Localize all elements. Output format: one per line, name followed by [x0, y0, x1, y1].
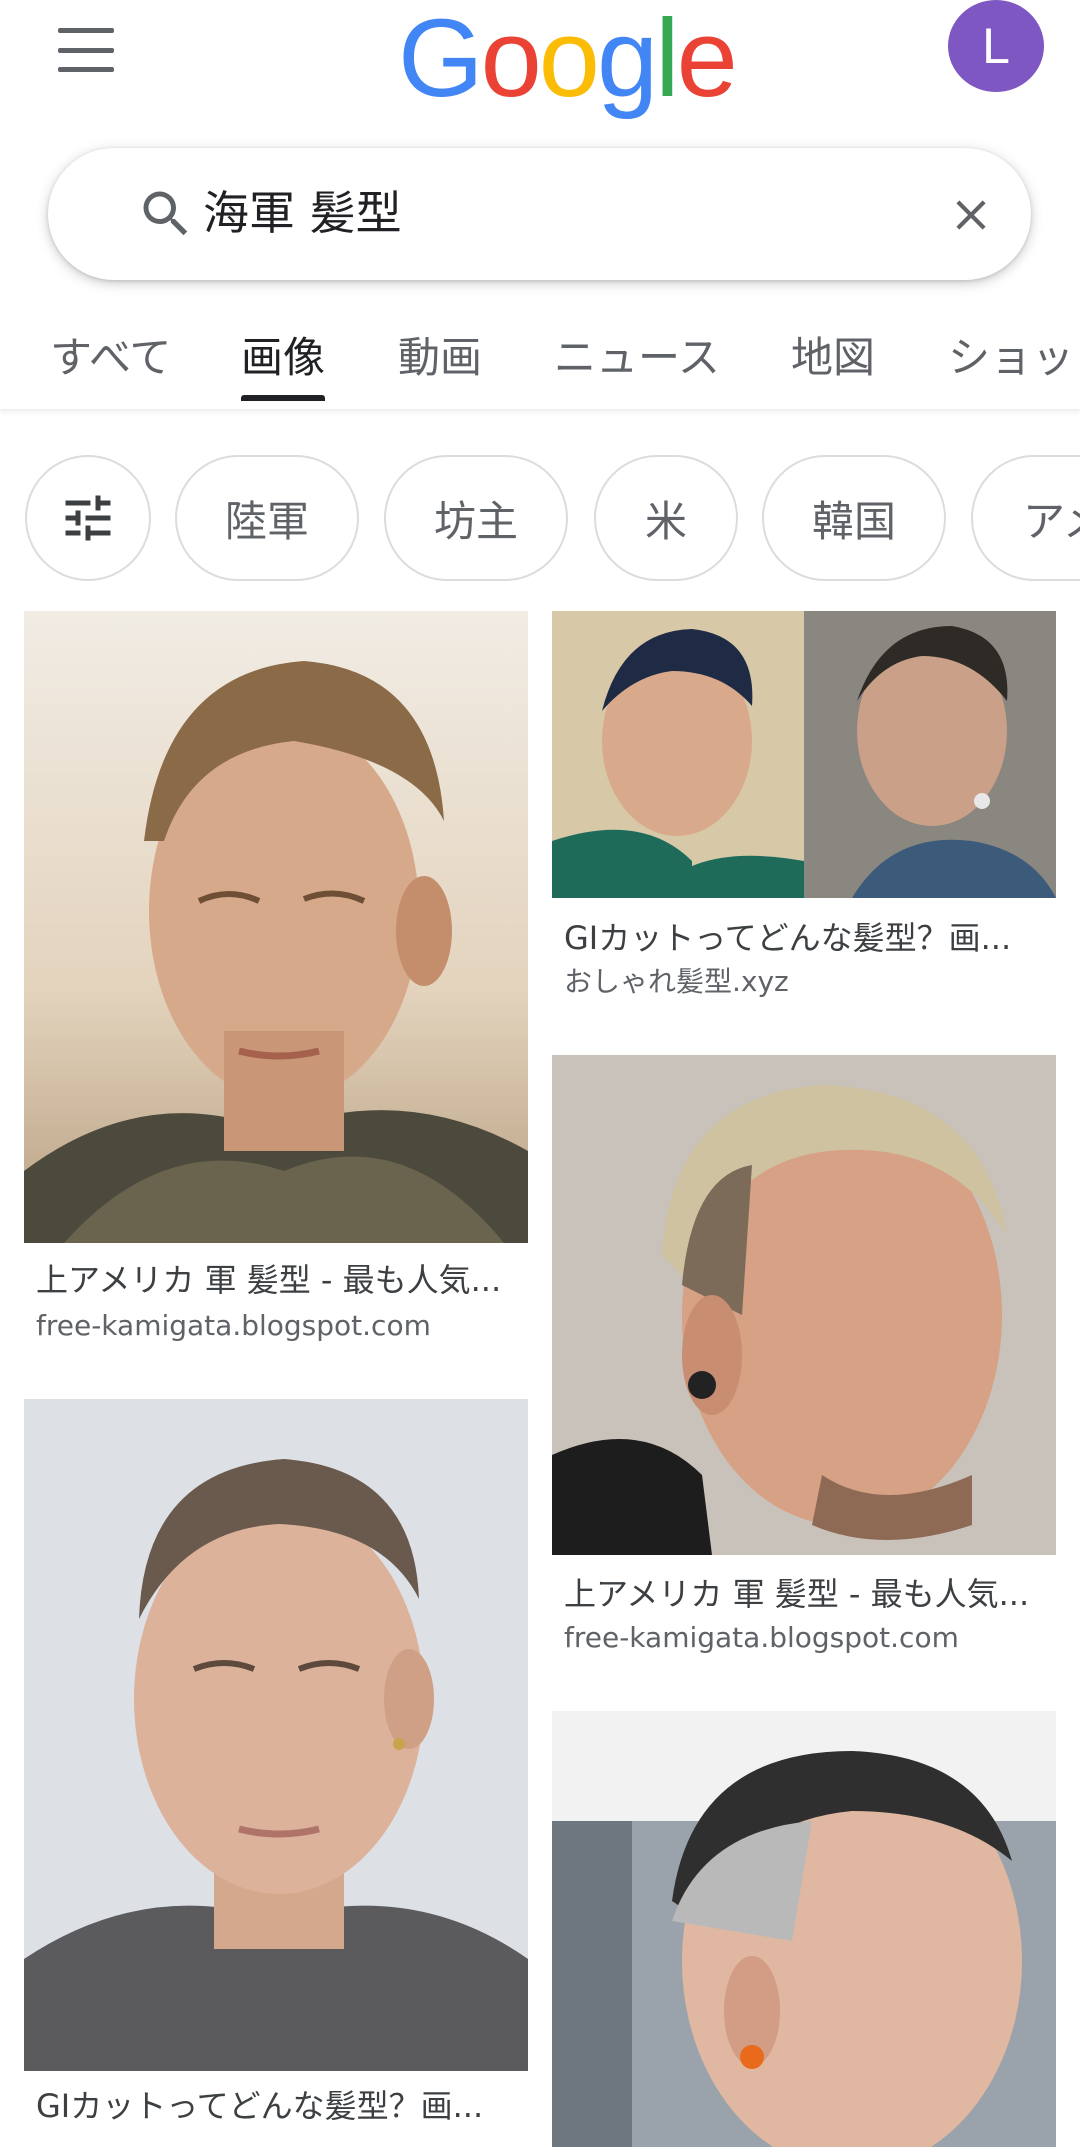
tab-maps[interactable]: 地図 — [791, 328, 875, 388]
search-box[interactable]: 海軍 髪型 — [48, 148, 1031, 280]
search-tabs: すべて 画像 動画 ニュース 地図 ショッ — [0, 300, 1080, 410]
tab-news[interactable]: ニュース — [554, 328, 720, 388]
logo-letter: o — [480, 0, 542, 120]
account-avatar[interactable]: L — [948, 0, 1044, 92]
active-tab-indicator — [241, 395, 325, 401]
google-logo[interactable]: Google — [398, 0, 738, 120]
result-title[interactable]: 上アメリカ 軍 髪型 - 最も人気... — [36, 1258, 516, 1302]
chip-buzzcut[interactable]: 坊主 — [384, 455, 568, 581]
result-photo — [552, 1711, 1056, 2147]
tab-videos[interactable]: 動画 — [398, 328, 482, 388]
chip-us[interactable]: 米 — [594, 455, 738, 581]
chip-korea[interactable]: 韓国 — [762, 455, 946, 581]
result-image[interactable] — [552, 611, 1056, 898]
result-photo — [552, 611, 1056, 898]
tab-all[interactable]: すべて — [50, 328, 171, 388]
result-title[interactable]: 上アメリカ 軍 髪型 - 最も人気... — [564, 1572, 1044, 1616]
result-photo — [24, 1399, 528, 2071]
close-icon[interactable] — [946, 190, 996, 240]
search-icon[interactable] — [136, 184, 196, 244]
result-source: free-kamigata.blogspot.com — [564, 1621, 959, 1654]
result-image[interactable] — [24, 611, 528, 1243]
result-image[interactable] — [552, 1055, 1056, 1555]
result-image[interactable] — [552, 1711, 1056, 2147]
result-photo — [24, 611, 528, 1243]
tune-icon — [65, 495, 111, 541]
result-source: おしゃれ髪型.xyz — [564, 965, 789, 998]
menu-icon[interactable] — [58, 28, 118, 72]
chip-america[interactable]: アメ — [971, 455, 1080, 581]
logo-letter: e — [676, 0, 738, 120]
filter-settings-button[interactable] — [25, 455, 151, 581]
logo-letter: o — [538, 0, 600, 120]
result-title[interactable]: GIカットってどんな髪型？画... — [36, 2084, 516, 2128]
search-input[interactable]: 海軍 髪型 — [203, 178, 402, 248]
tab-images[interactable]: 画像 — [241, 328, 325, 388]
tab-shopping[interactable]: ショッ — [948, 328, 1074, 388]
result-image[interactable] — [24, 1399, 528, 2071]
logo-letter: l — [655, 0, 680, 120]
result-title[interactable]: GIカットってどんな髪型？画... — [564, 916, 1044, 960]
header: Google L — [0, 0, 1080, 130]
result-photo — [552, 1055, 1056, 1555]
result-source: free-kamigata.blogspot.com — [36, 1309, 431, 1342]
logo-letter: G — [398, 0, 484, 120]
filter-chips: 陸軍 坊主 米 韓国 アメ — [0, 440, 1080, 600]
chip-army[interactable]: 陸軍 — [175, 455, 359, 581]
logo-letter: g — [596, 0, 658, 120]
